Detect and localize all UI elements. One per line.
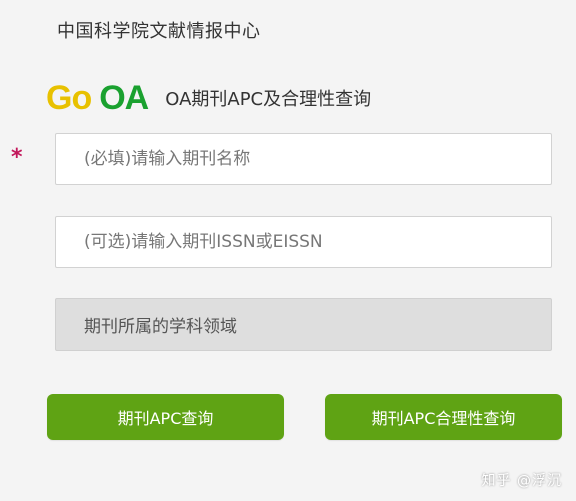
apc-reasonableness-button-label: 期刊APC合理性查询	[371, 409, 516, 428]
issn-input[interactable]	[55, 216, 552, 268]
apc-query-button[interactable]: 期刊APC查询	[47, 394, 284, 440]
required-indicator: *	[11, 145, 23, 170]
discipline-select[interactable]: 期刊所属的学科领域	[55, 298, 552, 351]
brand-row: Go OA OA期刊APC及合理性查询	[46, 78, 371, 118]
organization-title: 中国科学院文献情报中心	[57, 21, 261, 42]
apc-reasonableness-button[interactable]: 期刊APC合理性查询	[325, 394, 562, 440]
logo-go-text: Go	[46, 79, 92, 117]
discipline-select-value: 期刊所属的学科领域	[84, 317, 237, 337]
watermark: 知乎 @浮沉	[481, 473, 562, 489]
logo-oa-text: OA	[99, 79, 149, 117]
journal-name-input[interactable]	[55, 133, 552, 185]
apc-query-button-label: 期刊APC查询	[117, 409, 214, 428]
goa-query-page: 中国科学院文献情报中心 Go OA OA期刊APC及合理性查询 * 期刊所属的学…	[0, 0, 576, 501]
goa-logo: Go OA	[46, 78, 149, 118]
page-subtitle: OA期刊APC及合理性查询	[165, 89, 372, 110]
